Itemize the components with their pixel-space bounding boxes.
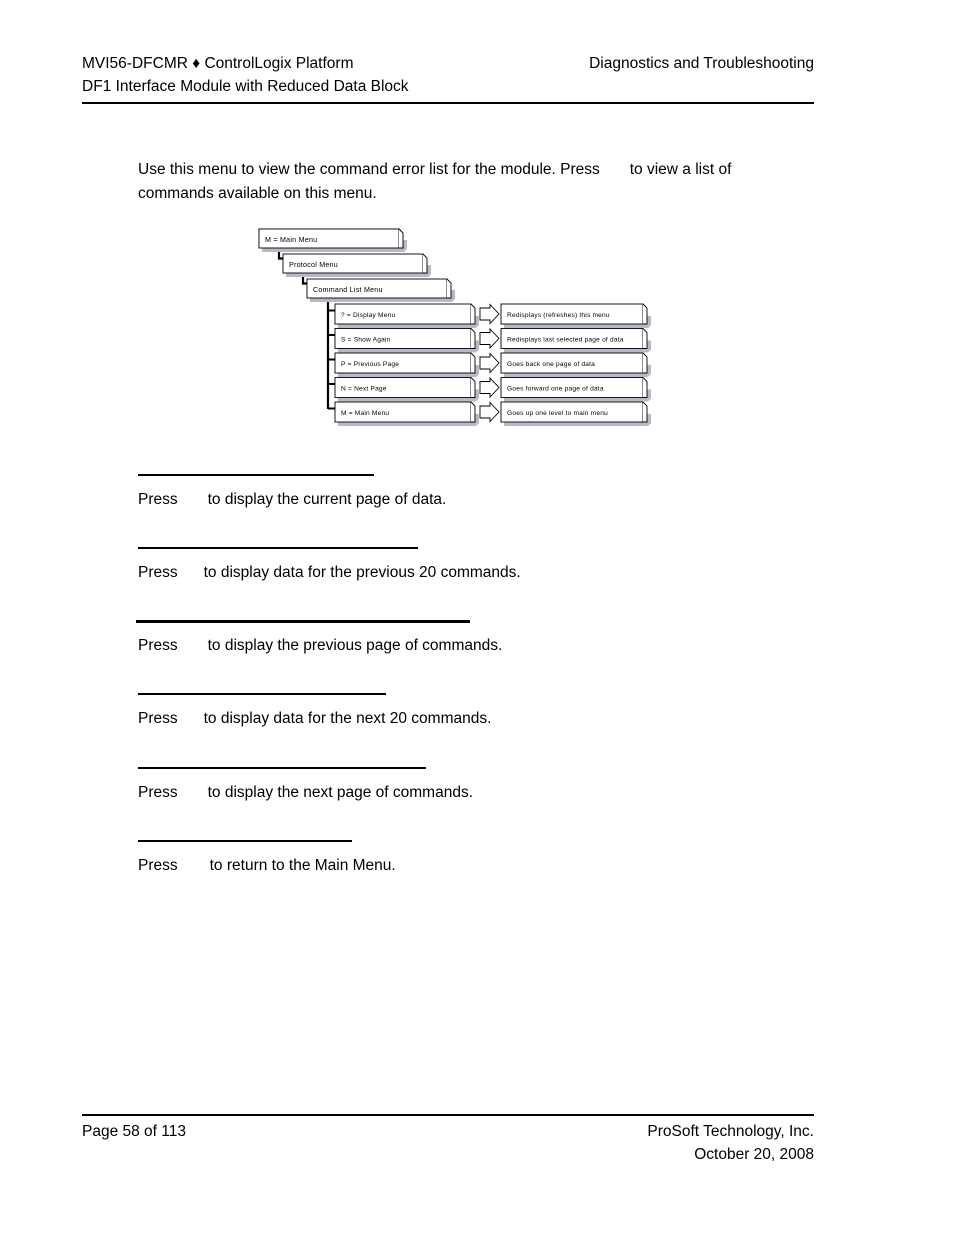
diagram-node-label: Protocol Menu (289, 261, 338, 269)
diagram-command-description: Goes forward one page of data (507, 386, 604, 393)
header-product-line: MVI56-DFCMR ♦ ControlLogix Platform (82, 55, 354, 72)
press-label: Press (138, 637, 178, 654)
section-body: Press to display the previous page of com… (138, 634, 502, 658)
document-page: MVI56-DFCMR ♦ ControlLogix Platform DF1 … (0, 0, 954, 1235)
section-body-text: to return to the Main Menu. (209, 857, 396, 874)
right-arrow-icon (479, 376, 500, 399)
section-body-text: to display the previous page of commands… (207, 637, 503, 654)
footer-page-number: Page 58 of 113 (82, 1123, 186, 1140)
right-arrow-icon (479, 401, 500, 423)
press-label: Press (138, 564, 178, 581)
page-header: MVI56-DFCMR ♦ ControlLogix Platform DF1 … (82, 52, 814, 98)
section-heading-rule (138, 474, 374, 476)
diagram-command-description: Redisplays (refreshes) this menu (507, 312, 610, 319)
press-label: Press (138, 784, 178, 801)
header-subtitle-line: DF1 Interface Module with Reduced Data B… (82, 78, 409, 95)
diagram-node-main-menu: M = Main Menu (258, 228, 407, 252)
diagram-command-key: N = Next Page (341, 386, 387, 393)
diagram-command-row: S = Show Again Redisplays last selected … (334, 327, 651, 353)
section-body: Press to display data for the next 20 com… (138, 707, 491, 731)
diagram-command-key: ? = Display Menu (341, 312, 395, 319)
diagram-command-description: Goes back one page of data (507, 361, 595, 368)
press-label: Press (138, 857, 178, 874)
right-arrow-icon (479, 352, 500, 374)
header-chapter-title: Diagnostics and Troubleshooting (589, 55, 814, 72)
section-heading-rule (138, 767, 426, 769)
section-body: Press to display the next page of command… (138, 781, 473, 805)
diagram-command-row: M = Main Menu Goes up one level to main … (334, 401, 651, 426)
footer-divider-rule (82, 1114, 814, 1116)
diagram-command-row: P = Previous Page Goes back one page of … (334, 352, 651, 377)
footer-company-block: ProSoft Technology, Inc. October 20, 200… (647, 1120, 814, 1166)
diagram-command-key: S = Show Again (341, 337, 391, 344)
diagram-command-row: ? = Display Menu Redisplays (refreshes) … (334, 303, 651, 328)
section-body-text: to display data for the next 20 commands… (203, 710, 492, 727)
section-heading-rule (136, 620, 470, 623)
diagram-command-key: M = Main Menu (341, 410, 389, 417)
right-arrow-icon (479, 327, 500, 350)
command-list-menu-diagram: M = Main Menu Protocol Menu Command List… (256, 220, 656, 430)
diagram-node-protocol-menu: Protocol Menu (282, 253, 431, 277)
header-divider-rule (82, 102, 814, 104)
section-body: Press to display the current page of data… (138, 488, 446, 512)
diagram-command-description: Goes up one level to main menu (507, 410, 608, 417)
section-heading-rule (138, 693, 386, 695)
intro-text-before-key: Use this menu to view the command error … (138, 161, 600, 178)
section-heading-rule (138, 840, 352, 842)
section-body-text: to display the current page of data. (207, 491, 447, 508)
press-label: Press (138, 491, 178, 508)
section-heading-rule (138, 547, 418, 549)
diagram-command-key: P = Previous Page (341, 361, 399, 368)
diagram-node-label: M = Main Menu (265, 236, 317, 244)
intro-paragraph: Use this menu to view the command error … (138, 158, 798, 206)
section-body-text: to display the next page of commands. (207, 784, 474, 801)
section-body-text: to display data for the previous 20 comm… (203, 564, 521, 581)
header-left-block: MVI56-DFCMR ♦ ControlLogix Platform DF1 … (82, 52, 409, 98)
diagram-node-label: Command List Menu (313, 286, 383, 294)
section-body: Press to return to the Main Menu. (138, 854, 396, 878)
right-arrow-icon (479, 303, 500, 325)
footer-company-name: ProSoft Technology, Inc. (647, 1123, 814, 1140)
diagram-command-row: N = Next Page Goes forward one page of d… (334, 376, 651, 402)
footer-date: October 20, 2008 (694, 1146, 814, 1163)
diagram-node-command-list-menu: Command List Menu (306, 278, 455, 302)
diagram-command-description: Redisplays last selected page of data (507, 337, 624, 344)
press-label: Press (138, 710, 178, 727)
diagram-svg: M = Main Menu Protocol Menu Command List… (258, 228, 651, 426)
section-body: Press to display data for the previous 20… (138, 561, 521, 585)
